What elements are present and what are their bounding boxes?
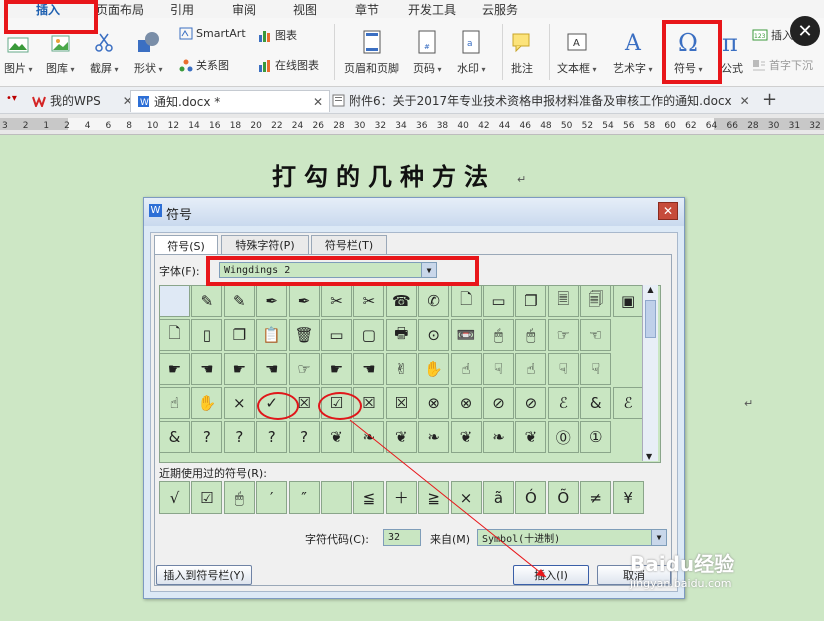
baidu-watermark: Baidu经验 jingyan.baidu.com: [630, 552, 735, 590]
annotation-arrow: [349, 419, 547, 578]
